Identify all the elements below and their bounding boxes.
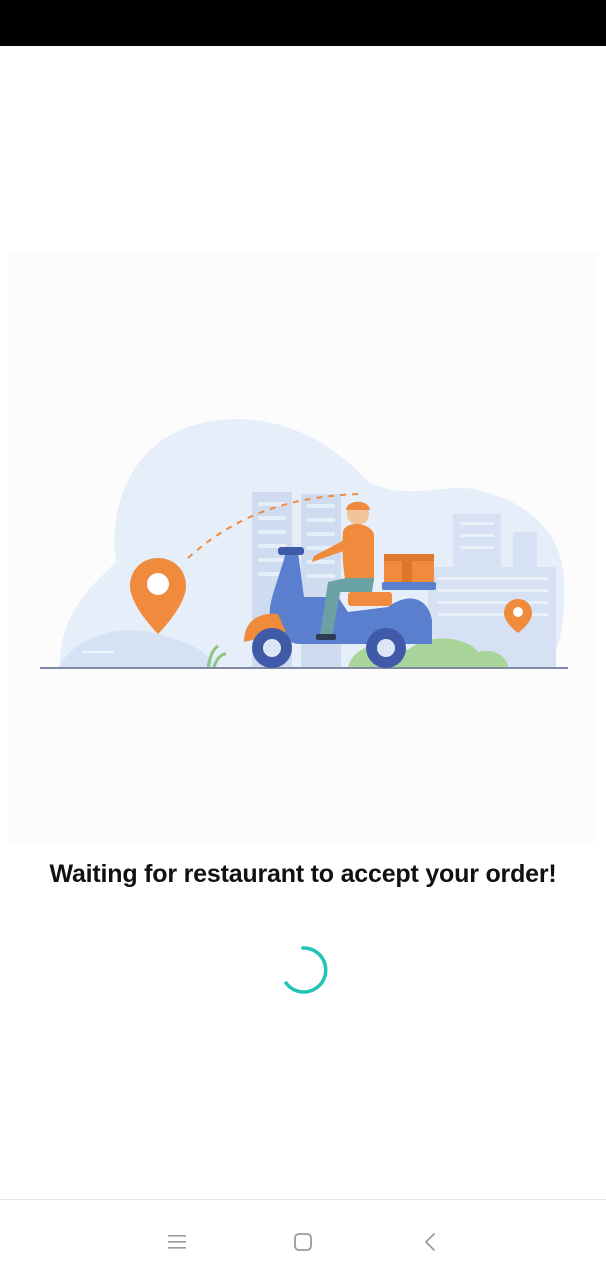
waiting-message: Waiting for restaurant to accept your or… — [49, 860, 557, 888]
home-button[interactable] — [283, 1222, 323, 1262]
loading-spinner-icon — [284, 946, 328, 994]
menu-button[interactable] — [157, 1222, 197, 1262]
status-bar — [0, 0, 606, 46]
delivery-illustration — [8, 252, 598, 842]
building-5 — [513, 532, 537, 572]
menu-icon — [168, 1235, 186, 1249]
back-icon — [425, 1233, 435, 1251]
loading-spinner — [278, 945, 328, 995]
home-icon — [294, 1233, 312, 1251]
delivery-scooter-illustration — [40, 419, 568, 669]
delivery-box — [384, 554, 434, 582]
back-button[interactable] — [410, 1222, 450, 1262]
system-navigation-bar — [0, 1199, 606, 1281]
